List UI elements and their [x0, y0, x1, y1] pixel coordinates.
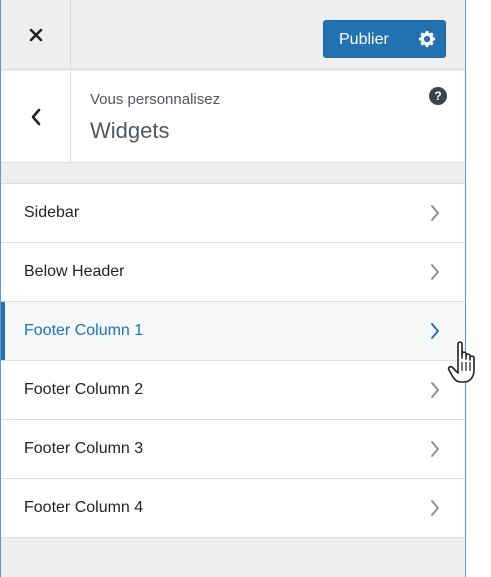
- widget-area-item[interactable]: Sidebar: [1, 184, 465, 243]
- widget-area-label: Footer Column 4: [24, 499, 144, 516]
- chevron-left-icon: [31, 108, 40, 126]
- widget-area-item[interactable]: Footer Column 3: [1, 420, 465, 479]
- widget-area-label: Sidebar: [24, 204, 80, 221]
- customizer-panel: Publier Vous personnalisez Widgets ? Sid…: [0, 0, 466, 577]
- widget-area-label: Footer Column 1: [24, 322, 144, 339]
- section-header: Vous personnalisez Widgets ?: [1, 71, 465, 163]
- widget-area-label: Footer Column 3: [24, 440, 144, 457]
- publish-label: Publier: [339, 31, 389, 48]
- help-icon[interactable]: ?: [429, 87, 447, 105]
- back-button[interactable]: [1, 71, 71, 163]
- chevron-right-icon: [431, 500, 439, 516]
- chevron-right-icon: [431, 205, 439, 221]
- close-icon: [29, 28, 42, 42]
- section-title: Widgets: [90, 118, 170, 143]
- gear-icon[interactable]: [418, 30, 436, 48]
- chevron-right-icon: [431, 264, 439, 280]
- widget-area-item[interactable]: Below Header: [1, 243, 465, 302]
- customizer-toolbar: Publier: [1, 0, 465, 70]
- chevron-right-icon: [431, 441, 439, 457]
- widget-area-item[interactable]: Footer Column 1: [1, 302, 465, 361]
- widget-area-list: Sidebar Below Header Footer Column 1 Footer…: [1, 183, 465, 538]
- widget-area-label: Below Header: [24, 263, 125, 280]
- widget-area-item[interactable]: Footer Column 4: [1, 479, 465, 538]
- chevron-right-icon: [431, 323, 439, 339]
- close-button[interactable]: [1, 0, 71, 70]
- widget-area-label: Footer Column 2: [24, 381, 144, 398]
- chevron-right-icon: [431, 382, 439, 398]
- widget-area-item[interactable]: Footer Column 2: [1, 361, 465, 420]
- publish-button[interactable]: Publier: [323, 20, 446, 58]
- section-subtitle: Vous personnalisez: [90, 91, 221, 108]
